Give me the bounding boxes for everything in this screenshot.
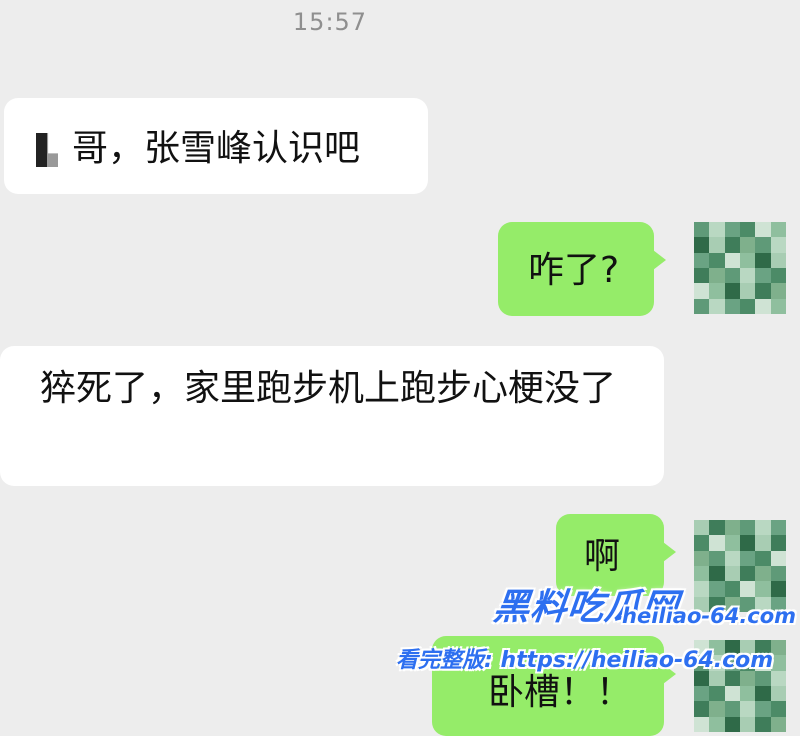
avatar-pixel — [709, 581, 725, 597]
avatar-pixel — [755, 550, 771, 566]
avatar-pixel — [739, 685, 756, 702]
avatar-pixel — [770, 222, 786, 238]
avatar-pixel — [709, 716, 725, 732]
avatar-pixel — [739, 267, 756, 284]
avatar-pixel — [755, 252, 771, 268]
avatar-pixel — [724, 685, 740, 702]
avatar-pixel — [694, 716, 710, 732]
avatar-pixel — [739, 237, 756, 253]
avatar-pixel — [694, 565, 710, 582]
avatar-pixel — [770, 283, 786, 299]
avatar-pixel — [724, 298, 740, 314]
avatar-pixel — [709, 267, 725, 284]
avatar-pixel — [739, 565, 756, 582]
avatar-pixel — [755, 565, 771, 582]
avatar-pixel — [724, 283, 740, 299]
avatar-pixel — [694, 222, 710, 238]
avatar-pixel — [755, 716, 771, 732]
avatar-pixel — [755, 535, 771, 551]
avatar-pixel — [739, 550, 756, 566]
avatar-pixel — [739, 535, 756, 551]
avatar-pixel — [770, 252, 786, 268]
avatar-pixel — [724, 550, 740, 566]
avatar-pixel — [709, 565, 725, 582]
avatar-pixel — [694, 298, 710, 314]
redacted-name-icon — [36, 133, 58, 167]
avatar-pixel — [739, 283, 756, 299]
avatar-pixel — [709, 252, 725, 268]
avatar-pixel — [709, 685, 725, 702]
avatar-pixel — [724, 716, 740, 732]
message-timestamp: 15:57 — [292, 8, 368, 36]
avatar-pixel — [694, 520, 710, 536]
avatar-pixel — [755, 520, 771, 536]
avatar-pixel — [694, 237, 710, 253]
incoming-message-bubble[interactable]: 哥，张雪峰认识吧 — [4, 98, 428, 194]
avatar-pixel — [724, 565, 740, 582]
watermark-url: heiliao-64.com — [622, 604, 797, 628]
avatar-pixel — [755, 581, 771, 597]
avatar-pixel — [755, 237, 771, 253]
avatar-pixel — [709, 535, 725, 551]
avatar-pixel — [709, 237, 725, 253]
avatar-pixel — [755, 701, 771, 717]
watermark-full-version-link: 看完整版: https://heiliao-64.com — [396, 648, 774, 673]
avatar-pixel — [694, 267, 710, 284]
avatar-pixel — [724, 252, 740, 268]
avatar-pixel — [724, 535, 740, 551]
avatar-pixel — [770, 298, 786, 314]
avatar-pixel — [739, 252, 756, 268]
avatar-pixel — [755, 298, 771, 314]
avatar-pixel — [694, 252, 710, 268]
avatar-pixel — [709, 298, 725, 314]
user-avatar[interactable] — [694, 222, 786, 314]
avatar-pixel — [694, 701, 710, 717]
avatar-pixel — [709, 283, 725, 299]
message-text: 猝死了，家里跑步机上跑步心梗没了 — [40, 368, 617, 409]
avatar-pixel — [724, 222, 740, 238]
avatar-pixel — [770, 520, 786, 536]
message-text: 咋了? — [528, 250, 620, 291]
avatar-pixel — [770, 237, 786, 253]
avatar-pixel — [755, 267, 771, 284]
avatar-pixel — [724, 237, 740, 253]
avatar-pixel — [709, 701, 725, 717]
avatar-pixel — [755, 222, 771, 238]
avatar-pixel — [739, 701, 756, 717]
avatar-pixel — [694, 283, 710, 299]
avatar-pixel — [739, 222, 756, 238]
avatar-pixel — [755, 685, 771, 702]
avatar-pixel — [770, 550, 786, 566]
avatar-pixel — [694, 535, 710, 551]
avatar-pixel — [770, 581, 786, 597]
avatar-pixel — [770, 685, 786, 702]
avatar-pixel — [755, 283, 771, 299]
message-text: 卧槽！！ — [488, 672, 633, 713]
avatar-pixel — [739, 716, 756, 732]
avatar-pixel — [709, 550, 725, 566]
avatar-pixel — [770, 565, 786, 582]
avatar-pixel — [694, 550, 710, 566]
outgoing-message-bubble[interactable]: 咋了? — [498, 222, 666, 316]
avatar-pixel — [709, 520, 725, 536]
user-avatar[interactable] — [694, 520, 786, 612]
incoming-message-bubble[interactable]: 猝死了，家里跑步机上跑步心梗没了 — [0, 346, 664, 486]
avatar-pixel — [724, 267, 740, 284]
avatar-pixel — [724, 701, 740, 717]
message-text: 哥，张雪峰认识吧 — [72, 128, 361, 169]
avatar-pixel — [739, 581, 756, 597]
avatar-pixel — [739, 520, 756, 536]
avatar-pixel — [739, 298, 756, 314]
avatar-pixel — [709, 222, 725, 238]
avatar-pixel — [724, 581, 740, 597]
avatar-pixel — [694, 581, 710, 597]
avatar-pixel — [770, 716, 786, 732]
avatar-pixel — [694, 685, 710, 702]
avatar-pixel — [724, 520, 740, 536]
avatar-pixel — [770, 701, 786, 717]
message-text: 啊 — [584, 536, 621, 577]
avatar-pixel — [770, 535, 786, 551]
avatar-pixel — [770, 267, 786, 284]
